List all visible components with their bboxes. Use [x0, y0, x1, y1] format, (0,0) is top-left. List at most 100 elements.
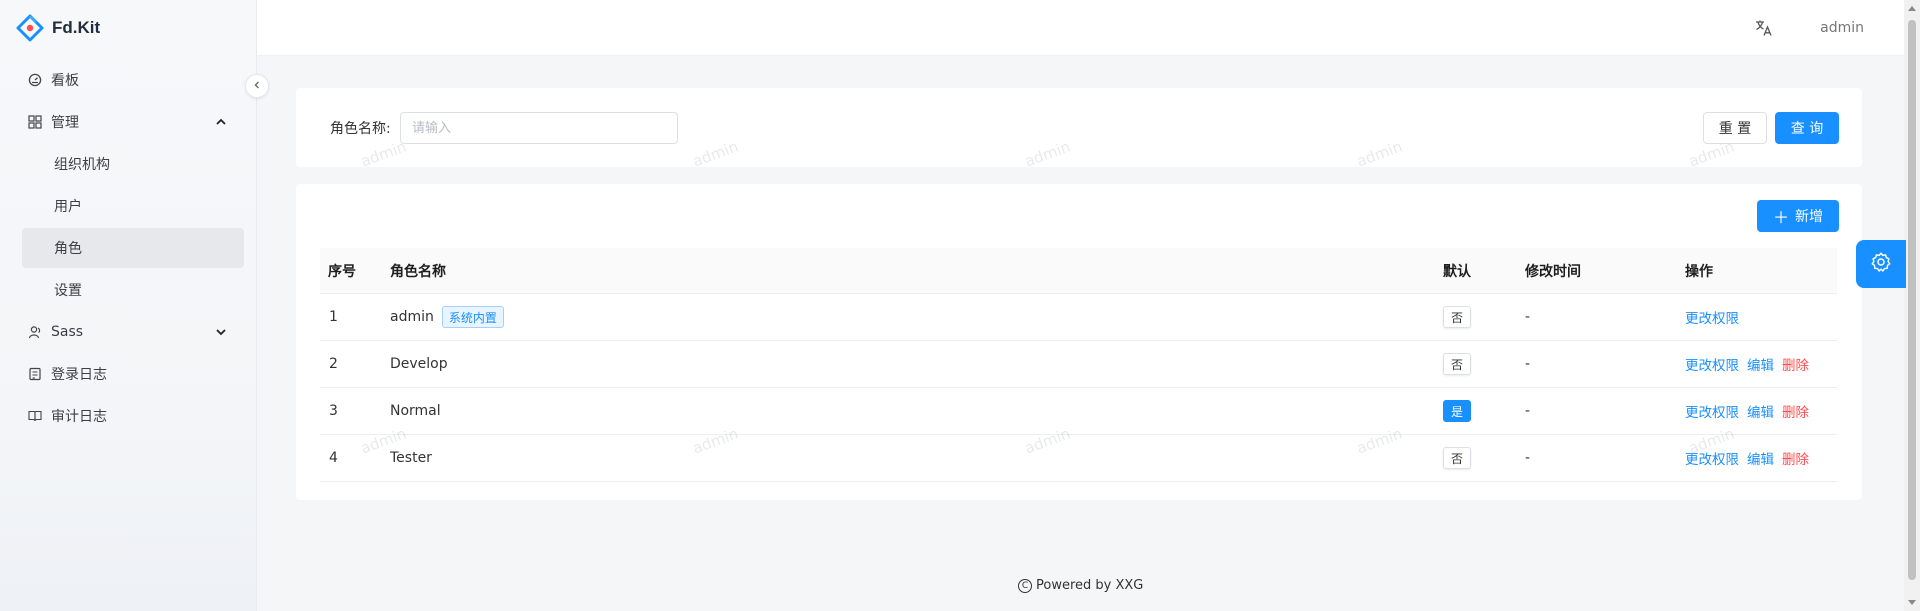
- sidebar-item-dashboard[interactable]: 看板: [22, 60, 244, 100]
- default-badge: 是: [1443, 400, 1471, 422]
- row-role-name-cell: Tester: [380, 450, 1437, 466]
- row-actions: 更改权限 编辑 删除: [1677, 401, 1837, 421]
- chevron-left-icon: [252, 78, 262, 94]
- user-menu[interactable]: admin: [1820, 20, 1864, 36]
- delete-link[interactable]: 删除: [1782, 401, 1809, 421]
- sidebar-item-label: 管理: [51, 115, 79, 131]
- grid-icon: [27, 114, 43, 130]
- row-actions: 更改权限 编辑 删除: [1677, 354, 1837, 374]
- row-default-cell: 否: [1437, 447, 1517, 469]
- sidebar-item-organization[interactable]: 组织机构: [22, 144, 244, 184]
- change-permissions-link[interactable]: 更改权限: [1685, 401, 1739, 421]
- builtin-badge: 系统内置: [441, 306, 504, 328]
- sidebar-menu: 看板 管理 组织机构 用户 角色 设置 Sass 登录日志 审计日志: [0, 58, 256, 438]
- delete-link[interactable]: 删除: [1782, 448, 1809, 468]
- row-role-name: Tester: [390, 450, 432, 466]
- plus-icon: ＋: [1772, 208, 1789, 227]
- app-logo[interactable]: Fd.Kit: [16, 14, 100, 42]
- row-role-name-cell: admin 系统内置: [380, 306, 1437, 328]
- table-header: 序号 角色名称 默认 修改时间 操作: [320, 248, 1837, 294]
- edit-link[interactable]: 编辑: [1747, 448, 1774, 468]
- sidebar-collapse-button[interactable]: [245, 74, 269, 98]
- query-button[interactable]: 查 询: [1775, 112, 1839, 144]
- reset-button[interactable]: 重 置: [1703, 112, 1767, 144]
- row-default-cell: 否: [1437, 306, 1517, 328]
- row-modified-time: -: [1525, 309, 1531, 325]
- top-bar: admin: [257, 0, 1904, 56]
- logo-icon: [16, 14, 44, 42]
- default-badge: 否: [1443, 353, 1471, 375]
- sidebar: Fd.Kit 看板 管理 组织机构 用户 角色 设置 Sass 登录日志 审计日…: [0, 0, 257, 611]
- sidebar-item-label: 设置: [54, 283, 82, 299]
- sidebar-item-label: 用户: [54, 199, 82, 215]
- edit-link[interactable]: 编辑: [1747, 401, 1774, 421]
- row-index: 4: [329, 450, 338, 466]
- copyright-icon: C: [1018, 578, 1032, 593]
- audit-log-icon: [27, 408, 43, 424]
- role-name-label: 角色名称:: [330, 121, 391, 137]
- roles-table: 序号 角色名称 默认 修改时间 操作 1 admin 系统内置 否 - 更改权限…: [320, 248, 1837, 482]
- row-modified-time: -: [1525, 356, 1531, 372]
- scroll-up-arrow-icon[interactable]: [1908, 6, 1916, 11]
- app-name: Fd.Kit: [52, 18, 101, 37]
- row-index: 1: [329, 309, 338, 325]
- row-modified-time: -: [1525, 450, 1531, 466]
- row-role-name-cell: Normal: [380, 403, 1437, 419]
- change-permissions-link[interactable]: 更改权限: [1685, 448, 1739, 468]
- column-header-actions: 操作: [1685, 263, 1713, 280]
- column-header-role-name: 角色名称: [390, 263, 446, 280]
- row-actions: 更改权限 编辑 删除: [1677, 448, 1837, 468]
- chevron-up-icon: [214, 115, 228, 129]
- edit-link[interactable]: 编辑: [1747, 354, 1774, 374]
- row-role-name: Develop: [390, 356, 448, 372]
- page-scrollbar[interactable]: [1904, 0, 1920, 611]
- sidebar-item-settings[interactable]: 设置: [22, 270, 244, 310]
- sidebar-item-label: 组织机构: [54, 157, 110, 173]
- role-name-input[interactable]: [400, 112, 678, 144]
- sidebar-item-label: 审计日志: [51, 409, 107, 425]
- settings-button[interactable]: [1856, 240, 1906, 288]
- table-row: 1 admin 系统内置 否 - 更改权限: [320, 294, 1837, 341]
- change-permissions-link[interactable]: 更改权限: [1685, 354, 1739, 374]
- translate-icon[interactable]: [1754, 18, 1774, 38]
- sidebar-item-login-log[interactable]: 登录日志: [22, 354, 244, 394]
- delete-link[interactable]: 删除: [1782, 354, 1809, 374]
- row-role-name-cell: Develop: [380, 356, 1437, 372]
- row-default-cell: 否: [1437, 353, 1517, 375]
- sidebar-item-sass[interactable]: Sass: [22, 312, 244, 352]
- table-row: 3 Normal 是 - 更改权限 编辑 删除: [320, 388, 1837, 435]
- sidebar-item-users[interactable]: 用户: [22, 186, 244, 226]
- sidebar-item-roles[interactable]: 角色: [22, 228, 244, 268]
- column-header-index: 序号: [328, 263, 356, 280]
- row-actions: 更改权限: [1677, 307, 1837, 327]
- row-index: 2: [329, 356, 338, 372]
- users-icon: [27, 324, 43, 340]
- sidebar-item-label: Sass: [51, 324, 84, 340]
- footer-text: Powered by XXG: [1036, 578, 1144, 593]
- default-badge: 否: [1443, 306, 1471, 328]
- change-permissions-link[interactable]: 更改权限: [1685, 307, 1739, 327]
- dashboard-icon: [27, 72, 43, 88]
- row-default-cell: 是: [1437, 400, 1517, 422]
- sidebar-item-audit-log[interactable]: 审计日志: [22, 396, 244, 436]
- scroll-down-arrow-icon[interactable]: [1908, 600, 1916, 605]
- add-role-label: 新增: [1795, 209, 1823, 225]
- table-row: 4 Tester 否 - 更改权限 编辑 删除: [320, 435, 1837, 482]
- sidebar-item-label: 看板: [51, 73, 79, 89]
- login-log-icon: [27, 366, 43, 382]
- sidebar-item-management[interactable]: 管理: [22, 102, 244, 142]
- row-index: 3: [329, 403, 338, 419]
- row-modified-time: -: [1525, 403, 1531, 419]
- default-badge: 否: [1443, 447, 1471, 469]
- column-header-modified-time: 修改时间: [1525, 263, 1581, 280]
- table-row: 2 Develop 否 - 更改权限 编辑 删除: [320, 341, 1837, 388]
- row-role-name: admin: [390, 309, 434, 325]
- search-panel: 角色名称: 重 置 查 询: [296, 88, 1862, 167]
- add-role-button[interactable]: ＋ 新增: [1757, 200, 1839, 232]
- column-header-default: 默认: [1443, 263, 1471, 280]
- gear-icon: [1870, 251, 1892, 277]
- sidebar-item-label: 登录日志: [51, 367, 107, 383]
- row-role-name: Normal: [390, 403, 441, 419]
- chevron-down-icon: [214, 325, 228, 339]
- scrollbar-thumb[interactable]: [1908, 20, 1916, 580]
